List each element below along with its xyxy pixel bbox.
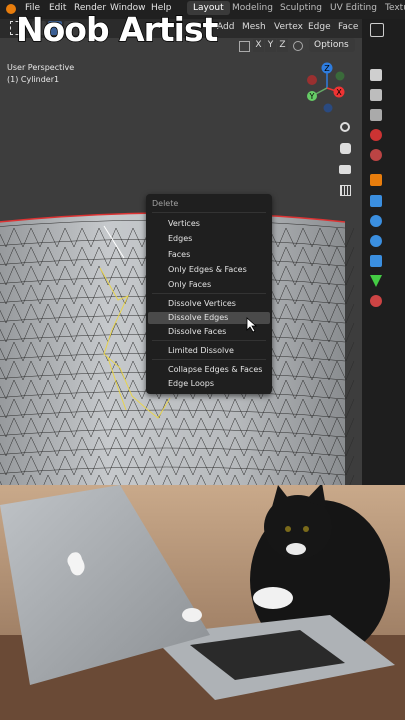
gizmo-x-label: X (336, 88, 342, 97)
properties-tab-strip (362, 19, 405, 485)
tab-modeling[interactable]: Modeling (227, 3, 278, 13)
menu-mesh[interactable]: Mesh (242, 22, 266, 32)
menu-separator (152, 293, 266, 294)
data-properties-icon[interactable] (370, 275, 382, 287)
render-properties-icon[interactable] (370, 69, 382, 81)
modifier-properties-icon[interactable] (370, 195, 382, 207)
perspective-label: User Perspective (7, 63, 75, 72)
menu-separator (152, 359, 266, 360)
physics-icon[interactable] (370, 235, 382, 247)
viewport-info: User Perspective (1) Cylinder1 (7, 62, 74, 86)
gizmo-y-label: Y (309, 92, 315, 101)
pan-hand-icon[interactable] (340, 143, 351, 154)
view-layer-icon[interactable] (370, 109, 382, 121)
delete-menu: Delete Vertices Edges Faces Only Edges &… (146, 194, 272, 394)
menu-item-edges[interactable]: Edges (168, 234, 192, 243)
cat-laptop-illustration (0, 485, 405, 720)
material-properties-icon[interactable] (370, 295, 382, 307)
menu-add[interactable]: Add (217, 22, 234, 32)
gizmo-neg-z[interactable] (323, 103, 333, 113)
menu-face[interactable]: Face (338, 22, 358, 32)
video-title-overlay: Noob Artist (15, 9, 219, 50)
menu-item-dissolve-vertices[interactable]: Dissolve Vertices (168, 299, 236, 308)
world-properties-icon[interactable] (370, 149, 382, 161)
menu-item-limited-dissolve[interactable]: Limited Dissolve (168, 346, 234, 355)
options-dropdown[interactable]: Options (309, 38, 355, 52)
tool-tab-icon[interactable] (370, 23, 384, 37)
menu-item-only-edges-faces[interactable]: Only Edges & Faces (168, 265, 247, 274)
constraints-icon[interactable] (370, 255, 382, 267)
menu-item-dissolve-faces[interactable]: Dissolve Faces (168, 327, 226, 336)
cat-laptop-photo (0, 485, 405, 720)
output-properties-icon[interactable] (370, 89, 382, 101)
tab-sculpting[interactable]: Sculpting (275, 3, 327, 13)
camera-icon[interactable] (339, 165, 351, 174)
scene-properties-icon[interactable] (370, 129, 382, 141)
menu-separator (152, 212, 266, 213)
tab-uv-editing[interactable]: UV Editing (325, 3, 382, 13)
transform-icon[interactable] (239, 41, 250, 52)
object-properties-icon[interactable] (370, 174, 382, 186)
menu-edge[interactable]: Edge (308, 22, 331, 32)
mirror-y-toggle[interactable]: Y (265, 39, 276, 52)
menu-item-edge-loops[interactable]: Edge Loops (168, 379, 214, 388)
active-object-label: (1) Cylinder1 (7, 75, 60, 84)
gizmo-z-label: Z (324, 64, 330, 73)
navigation-gizmo[interactable]: Z X Y (300, 58, 360, 118)
menu-vertex[interactable]: Vertex (274, 22, 303, 32)
menu-separator (152, 340, 266, 341)
mouse-cursor-icon (246, 317, 258, 333)
blender-logo-icon[interactable] (6, 4, 16, 14)
tab-texture[interactable]: Textu (380, 3, 405, 13)
grid-toggle-icon[interactable] (340, 185, 351, 196)
menu-item-only-faces[interactable]: Only Faces (168, 280, 211, 289)
mirror-z-toggle[interactable]: Z (277, 39, 288, 52)
particles-icon[interactable] (370, 215, 382, 227)
snap-icon[interactable] (293, 41, 303, 51)
menu-item-vertices[interactable]: Vertices (168, 219, 200, 228)
mirror-x-toggle[interactable]: X (253, 39, 264, 52)
gizmo-neg-x[interactable] (307, 75, 317, 85)
zoom-icon[interactable] (340, 122, 350, 132)
menu-item-faces[interactable]: Faces (168, 250, 190, 259)
gizmo-neg-y[interactable] (335, 71, 345, 81)
delete-menu-title: Delete (152, 199, 179, 208)
menu-item-collapse-edges-faces[interactable]: Collapse Edges & Faces (168, 365, 262, 374)
